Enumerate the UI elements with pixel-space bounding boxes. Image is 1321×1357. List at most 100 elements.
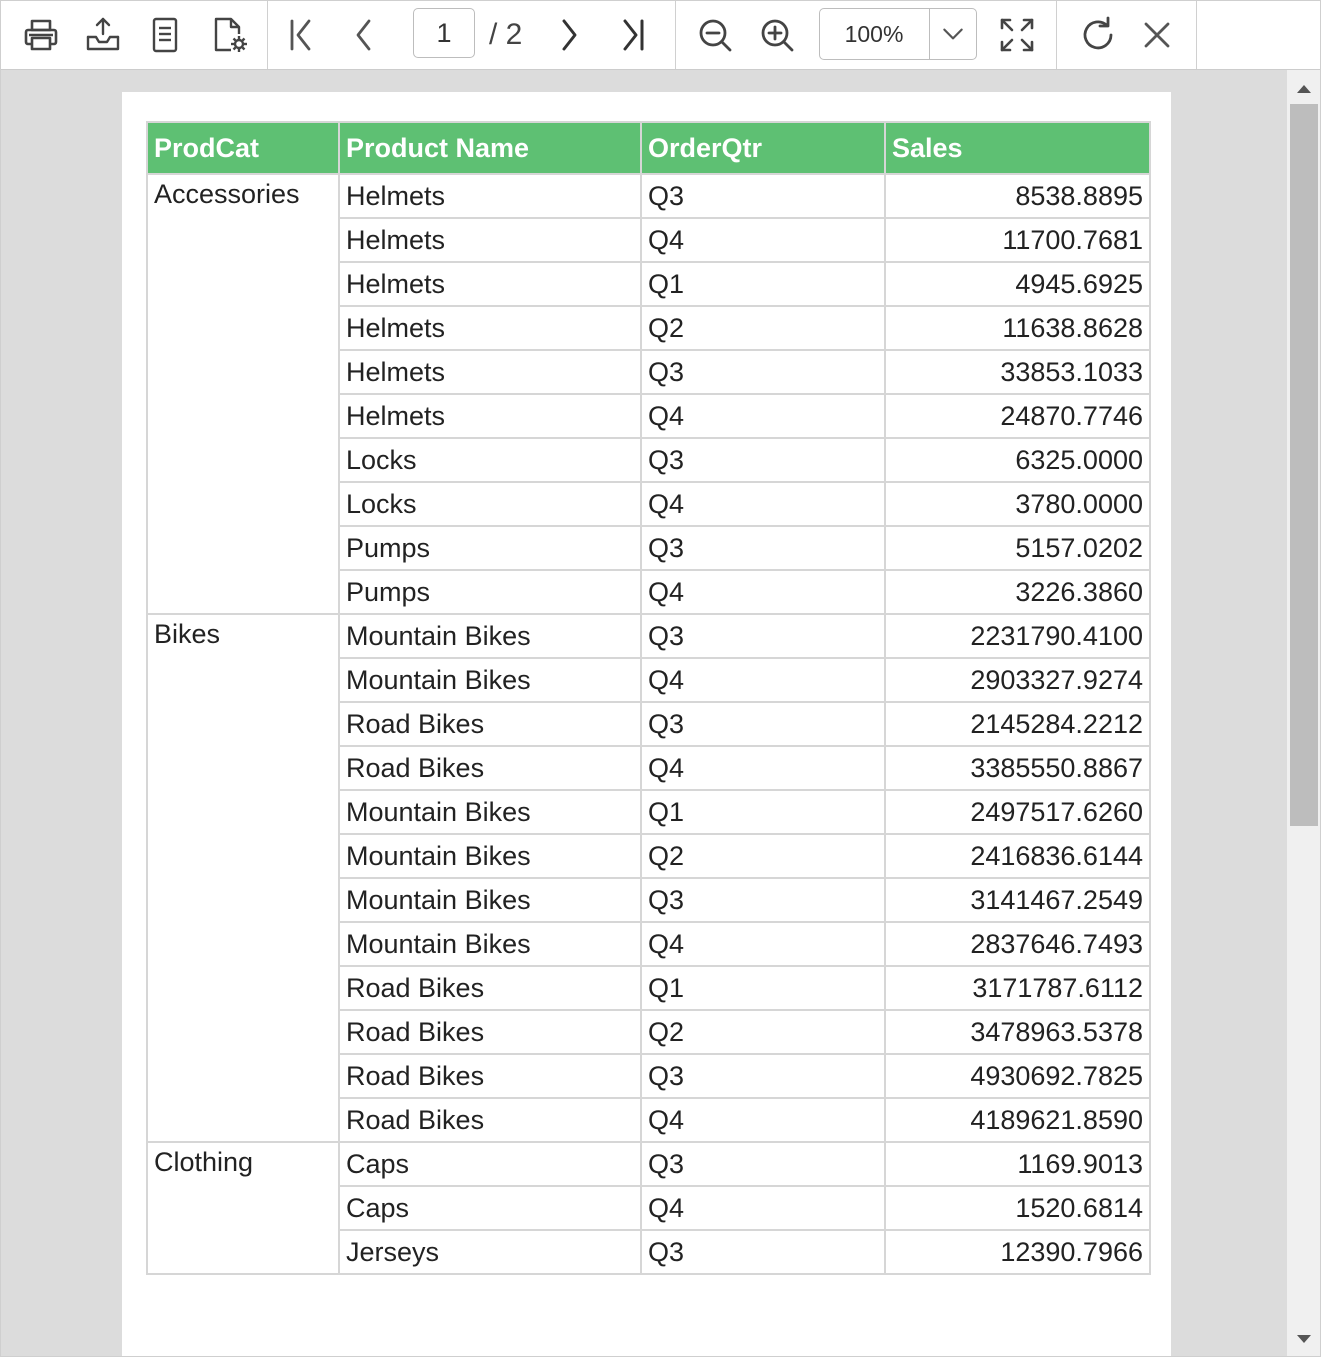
category-cell: Accessories xyxy=(146,173,340,615)
arrow-down-icon xyxy=(1296,1335,1311,1343)
scroll-up-button[interactable] xyxy=(1287,74,1320,104)
product-name-cell: Road Bikes xyxy=(338,965,642,1011)
product-name-cell: Helmets xyxy=(338,173,642,219)
product-name-cell: Helmets xyxy=(338,217,642,263)
product-name-cell: Mountain Bikes xyxy=(338,657,642,703)
sales-cell: 2416836.6144 xyxy=(884,833,1151,879)
order-quarter-cell: Q1 xyxy=(640,261,886,307)
zoom-dropdown-toggle[interactable] xyxy=(930,9,976,59)
sales-cell: 1169.9013 xyxy=(884,1141,1151,1187)
next-page-icon xyxy=(562,19,577,51)
previous-page-button[interactable] xyxy=(339,11,387,59)
zoom-out-button[interactable] xyxy=(691,11,739,59)
column-header-product-name: Product Name xyxy=(338,121,642,175)
print-button[interactable] xyxy=(17,11,65,59)
close-icon xyxy=(1144,22,1170,48)
order-quarter-cell: Q3 xyxy=(640,701,886,747)
page-total-label: / 2 xyxy=(489,18,523,51)
product-name-cell: Helmets xyxy=(338,261,642,307)
report-table: ProdCat Product Name OrderQtr Sales Acce… xyxy=(146,121,1151,1275)
scrollbar-thumb[interactable] xyxy=(1290,104,1318,826)
order-quarter-cell: Q1 xyxy=(640,965,886,1011)
product-name-cell: Mountain Bikes xyxy=(338,921,642,967)
order-quarter-cell: Q4 xyxy=(640,1185,886,1231)
report-viewer: / 2 xyxy=(0,0,1321,1357)
order-quarter-cell: Q2 xyxy=(640,305,886,351)
table-row: Clothing Caps Q3 1169.9013 xyxy=(146,1141,1151,1275)
scroll-down-button[interactable] xyxy=(1287,1324,1320,1354)
product-name-cell: Caps xyxy=(338,1141,642,1187)
last-page-button[interactable] xyxy=(609,11,657,59)
page-setup-button[interactable] xyxy=(141,11,189,59)
sales-cell: 3780.0000 xyxy=(884,481,1151,527)
sales-cell: 4945.6925 xyxy=(884,261,1151,307)
first-page-button[interactable] xyxy=(277,11,325,59)
sales-cell: 12390.7966 xyxy=(884,1229,1151,1275)
document-settings-button[interactable] xyxy=(205,11,253,59)
order-quarter-cell: Q3 xyxy=(640,1141,886,1187)
order-quarter-cell: Q2 xyxy=(640,1009,886,1055)
next-page-button[interactable] xyxy=(545,11,593,59)
zoom-dropdown[interactable]: 100% xyxy=(819,8,977,60)
sales-cell: 3171787.6112 xyxy=(884,965,1151,1011)
order-quarter-cell: Q4 xyxy=(640,217,886,263)
product-name-cell: Locks xyxy=(338,481,642,527)
report-table-body: Accessories Helmets Q3 8538.8895 Helmets Q4 11… xyxy=(146,173,1151,1275)
order-quarter-cell: Q4 xyxy=(640,921,886,967)
sales-cell: 6325.0000 xyxy=(884,437,1151,483)
close-button[interactable] xyxy=(1133,11,1181,59)
product-name-cell: Road Bikes xyxy=(338,745,642,791)
order-quarter-cell: Q4 xyxy=(640,393,886,439)
report-page: ProdCat Product Name OrderQtr Sales Acce… xyxy=(122,92,1171,1356)
sales-cell: 33853.1033 xyxy=(884,349,1151,395)
order-quarter-cell: Q3 xyxy=(640,437,886,483)
order-quarter-cell: Q3 xyxy=(640,613,886,659)
product-name-cell: Helmets xyxy=(338,393,642,439)
report-canvas: ProdCat Product Name OrderQtr Sales Acce… xyxy=(1,70,1320,1356)
product-name-cell: Pumps xyxy=(338,525,642,571)
product-name-cell: Mountain Bikes xyxy=(338,877,642,923)
sales-cell: 3385550.8867 xyxy=(884,745,1151,791)
order-quarter-cell: Q3 xyxy=(640,173,886,219)
product-name-cell: Locks xyxy=(338,437,642,483)
settings-page-icon xyxy=(214,17,247,52)
order-quarter-cell: Q4 xyxy=(640,745,886,791)
sales-cell: 2903327.9274 xyxy=(884,657,1151,703)
product-name-cell: Helmets xyxy=(338,305,642,351)
last-page-icon xyxy=(623,19,644,51)
zoom-value: 100% xyxy=(844,21,904,47)
sales-cell: 8538.8895 xyxy=(884,173,1151,219)
column-header-sales: Sales xyxy=(884,121,1151,175)
order-quarter-cell: Q3 xyxy=(640,877,886,923)
order-quarter-cell: Q3 xyxy=(640,525,886,571)
column-header-prodcat: ProdCat xyxy=(146,121,340,175)
order-quarter-cell: Q4 xyxy=(640,657,886,703)
arrow-up-icon xyxy=(1296,85,1311,93)
order-quarter-cell: Q3 xyxy=(640,349,886,395)
product-name-cell: Mountain Bikes xyxy=(338,613,642,659)
first-page-icon xyxy=(290,19,311,51)
toolbar-separator xyxy=(267,1,268,69)
order-quarter-cell: Q3 xyxy=(640,1229,886,1275)
product-name-cell: Mountain Bikes xyxy=(338,789,642,835)
page-number-input[interactable] xyxy=(413,8,475,58)
fit-page-button[interactable] xyxy=(993,11,1041,59)
product-name-cell: Helmets xyxy=(338,349,642,395)
zoom-in-icon xyxy=(761,19,794,52)
sales-cell: 11638.8628 xyxy=(884,305,1151,351)
sales-cell: 1520.6814 xyxy=(884,1185,1151,1231)
vertical-scrollbar[interactable] xyxy=(1287,70,1320,1356)
product-name-cell: Road Bikes xyxy=(338,1053,642,1099)
order-quarter-cell: Q4 xyxy=(640,1097,886,1143)
refresh-button[interactable] xyxy=(1074,11,1122,59)
toolbar: / 2 xyxy=(1,1,1320,70)
table-row: Accessories Helmets Q3 8538.8895 xyxy=(146,173,1151,615)
order-quarter-cell: Q1 xyxy=(640,789,886,835)
sales-cell: 24870.7746 xyxy=(884,393,1151,439)
export-button[interactable] xyxy=(79,11,127,59)
page-setup-icon xyxy=(152,17,178,53)
order-quarter-cell: Q4 xyxy=(640,569,886,615)
table-row: Bikes Mountain Bikes Q3 2231790.4100 xyxy=(146,613,1151,1143)
zoom-in-button[interactable] xyxy=(753,11,801,59)
order-quarter-cell: Q2 xyxy=(640,833,886,879)
